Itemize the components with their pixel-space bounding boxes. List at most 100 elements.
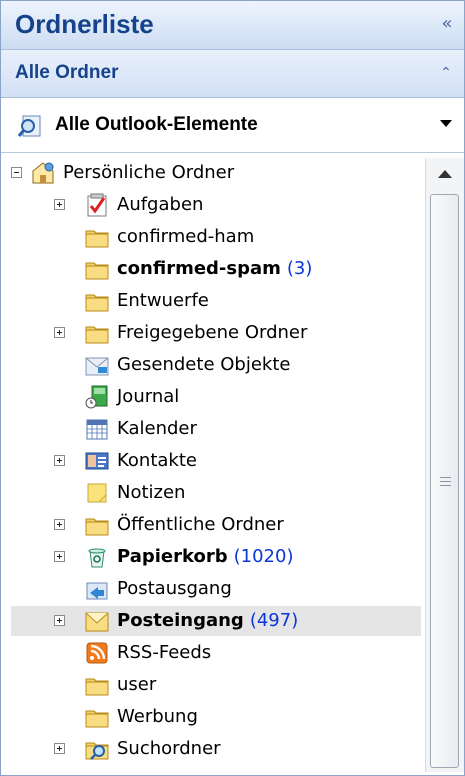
- folder-label: Gesendete Objekte: [117, 354, 290, 375]
- folder-item-oeffentliche-ordner[interactable]: Öffentliche Ordner: [11, 510, 421, 540]
- collapse-section-icon[interactable]: ⌃: [436, 62, 456, 84]
- inbox-icon: [85, 612, 109, 632]
- folder-icon: [85, 262, 109, 280]
- expand-toggle[interactable]: [54, 327, 65, 338]
- folder-item-suchordner[interactable]: Suchordner: [11, 734, 421, 764]
- folder-item-papierkorb[interactable]: Papierkorb (1020): [11, 542, 421, 572]
- folder-label: Posteingang (497): [117, 610, 298, 631]
- folder-icon: [85, 294, 109, 312]
- unread-count: (497): [249, 610, 299, 631]
- view-selector-dropdown[interactable]: Alle Outlook-Elemente: [1, 98, 464, 153]
- folder-name: Journal: [117, 386, 180, 407]
- folder-label: user: [117, 674, 156, 695]
- folder-name: RSS-Feeds: [117, 642, 212, 663]
- folder-item-journal[interactable]: Journal: [11, 382, 421, 412]
- folder-item-freigegebene-ordner[interactable]: Freigegebene Ordner: [11, 318, 421, 348]
- folder-item-notizen[interactable]: Notizen: [11, 478, 421, 508]
- all-folders-section[interactable]: Alle Ordner ⌃: [1, 50, 464, 98]
- folder-item-user[interactable]: user: [11, 670, 421, 700]
- folder-item-kontakte[interactable]: Kontakte: [11, 446, 421, 476]
- vertical-scrollbar[interactable]: [425, 158, 464, 772]
- folder-item-aufgaben[interactable]: Aufgaben: [11, 190, 421, 220]
- tree-collapse-toggle[interactable]: [11, 167, 22, 178]
- tasks-icon: [87, 193, 107, 217]
- folder-name: Notizen: [117, 482, 186, 503]
- folder-label: Entwuerfe: [117, 290, 209, 311]
- scroll-up-button[interactable]: [426, 158, 464, 192]
- folder-name: confirmed-spam: [117, 258, 281, 279]
- rss-icon: [86, 642, 108, 664]
- folder-label: Postausgang: [117, 578, 232, 599]
- folder-item-gesendete-objekte[interactable]: Gesendete Objekte: [11, 350, 421, 380]
- folder-item-postausgang[interactable]: Postausgang: [11, 574, 421, 604]
- folder-item-confirmed-ham[interactable]: confirmed-ham: [11, 222, 421, 252]
- folder-item-rss-feeds[interactable]: RSS-Feeds: [11, 638, 421, 668]
- recycle-bin-icon: [88, 548, 106, 568]
- folder-label: Papierkorb (1020): [117, 546, 293, 567]
- folder-tree: Persönliche Ordner Aufgaben confirmed-ham c…: [11, 158, 423, 772]
- folder-label: Journal: [117, 386, 179, 407]
- tree-root-personal-folders[interactable]: Persönliche Ordner: [11, 158, 421, 188]
- expand-toggle[interactable]: [54, 615, 65, 626]
- expand-toggle[interactable]: [54, 199, 65, 210]
- folder-item-entwuerfe[interactable]: Entwuerfe: [11, 286, 421, 316]
- folder-icon: [85, 518, 109, 536]
- tree-root-label: Persönliche Ordner: [63, 162, 235, 183]
- folder-label: Notizen: [117, 482, 185, 503]
- calendar-icon: [86, 419, 108, 440]
- dropdown-arrow-icon[interactable]: [440, 120, 452, 127]
- folder-item-werbung[interactable]: Werbung: [11, 702, 421, 732]
- expand-toggle[interactable]: [54, 455, 65, 466]
- folder-name: Papierkorb: [117, 546, 228, 567]
- folder-label: Suchordner: [117, 738, 221, 759]
- folder-icon: [85, 710, 109, 728]
- folder-list-pane: Ordnerliste « Alle Ordner ⌃ Alle Outlook…: [0, 0, 465, 776]
- expand-toggle[interactable]: [54, 519, 65, 530]
- folder-name: Postausgang: [117, 578, 232, 599]
- folder-name: Aufgaben: [117, 194, 204, 215]
- folder-name: Suchordner: [117, 738, 221, 759]
- folder-label: Öffentliche Ordner: [117, 514, 284, 535]
- contacts-icon: [85, 452, 109, 470]
- personal-folders-icon: [32, 162, 54, 184]
- folder-name: Posteingang: [117, 610, 244, 631]
- expand-toggle[interactable]: [54, 743, 65, 754]
- folder-label: RSS-Feeds: [117, 642, 211, 663]
- folder-name: Freigegebene Ordner: [117, 322, 308, 343]
- folder-label: Kalender: [117, 418, 197, 439]
- folder-icon: [85, 230, 109, 248]
- folder-label: confirmed-spam (3): [117, 258, 312, 279]
- unread-count: (3): [286, 258, 313, 279]
- view-selector-label: Alle Outlook-Elemente: [55, 114, 258, 135]
- journal-icon: [85, 385, 108, 409]
- folder-item-kalender[interactable]: Kalender: [11, 414, 421, 444]
- folder-name: user: [117, 674, 157, 695]
- folder-name: Kontakte: [117, 450, 197, 471]
- notes-icon: [87, 483, 107, 503]
- folder-item-confirmed-spam[interactable]: confirmed-spam (3): [11, 254, 421, 284]
- folder-label: confirmed-ham: [117, 226, 254, 247]
- folder-label: Kontakte: [117, 450, 197, 471]
- folder-label: Freigegebene Ordner: [117, 322, 307, 343]
- folder-name: confirmed-ham: [117, 226, 255, 247]
- folder-name: Werbung: [117, 706, 198, 727]
- folder-label: Aufgaben: [117, 194, 203, 215]
- search-folder-icon: [17, 115, 41, 137]
- folder-icon: [85, 326, 109, 344]
- folder-name: Kalender: [117, 418, 197, 439]
- expand-toggle[interactable]: [54, 551, 65, 562]
- folder-item-posteingang[interactable]: Posteingang (497): [11, 606, 421, 636]
- pane-title: Ordnerliste: [15, 9, 154, 39]
- folder-name: Entwuerfe: [117, 290, 209, 311]
- folder-list-header: Ordnerliste «: [1, 1, 464, 50]
- folder-icon: [85, 678, 109, 696]
- search-folders-icon: [85, 742, 109, 760]
- unread-count: (1020): [233, 546, 294, 567]
- folder-name: Öffentliche Ordner: [117, 514, 284, 535]
- sent-items-icon: [85, 357, 109, 376]
- section-title: Alle Ordner: [15, 62, 119, 83]
- collapse-pane-icon[interactable]: «: [436, 11, 458, 37]
- folder-name: Gesendete Objekte: [117, 354, 291, 375]
- folder-label: Werbung: [117, 706, 198, 727]
- scroll-thumb[interactable]: [430, 194, 459, 768]
